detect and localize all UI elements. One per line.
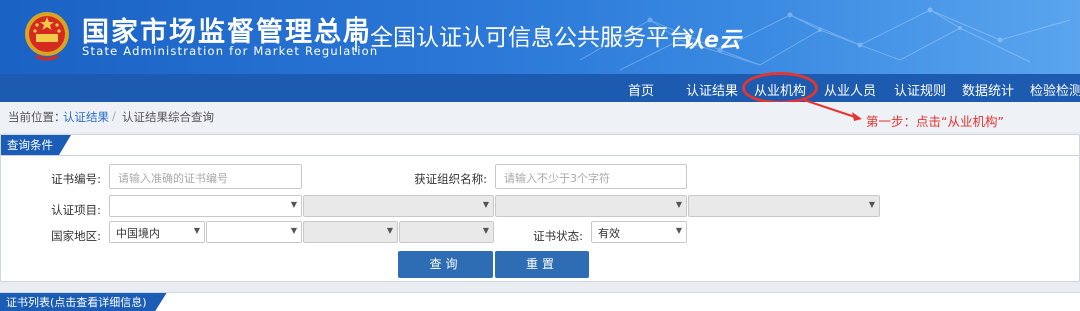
breadcrumb-current: 认证结果综合查询 <box>122 110 214 124</box>
chevron-down-icon: ▼ <box>675 200 682 209</box>
panel-divider <box>1 155 1079 156</box>
chevron-down-icon: ▼ <box>193 226 200 235</box>
chevron-down-icon: ▼ <box>386 226 393 235</box>
breadcrumb-link[interactable]: 认证结果 <box>63 109 109 125</box>
nav-item-inspection[interactable]: 检验检测 <box>1030 80 1080 99</box>
status-value: 有效 <box>598 227 620 240</box>
nav-item-statistics[interactable]: 数据统计 <box>962 80 1014 99</box>
reset-button[interactable]: 重置 <box>495 251 589 278</box>
header-banner: 国家市场监督管理总局 State Administration for Mark… <box>0 0 1080 74</box>
main-nav: 首页 认证结果 从业机构 从业人员 认证规则 数据统计 检验检测 <box>0 74 1080 102</box>
org-name-input[interactable]: 请输入不少于3个字符 <box>495 164 687 189</box>
annotation-arrow-icon <box>803 99 862 121</box>
breadcrumb-separator: / <box>112 109 116 123</box>
status-select[interactable]: 有效 ▼ <box>591 221 687 243</box>
nav-item-cert-rules[interactable]: 认证规则 <box>894 80 946 99</box>
project-select-3[interactable]: ▼ <box>495 195 687 217</box>
header-divider <box>355 16 357 52</box>
region-select-3[interactable]: ▼ <box>303 221 398 243</box>
region-select-1[interactable]: 中国境内 ▼ <box>109 221 205 243</box>
status-label: 证书状态: <box>533 229 583 243</box>
chevron-down-icon: ▼ <box>675 226 682 235</box>
region-value: 中国境内 <box>116 227 160 240</box>
org-name-en: State Administration for Market Regulati… <box>82 44 379 58</box>
project-label: 认证项目: <box>51 203 101 217</box>
cert-no-input[interactable]: 请输入准确的证书编号 <box>109 164 302 189</box>
region-select-2[interactable]: ▼ <box>206 221 302 243</box>
platform-title: 全国认证认可信息公共服务平台 <box>370 25 692 51</box>
query-panel-title: 查询条件 <box>1 135 71 155</box>
nav-item-cert-results[interactable]: 认证结果 <box>686 80 738 99</box>
platform-logo: 认e云 <box>682 28 741 53</box>
project-select-4[interactable]: ▼ <box>688 195 880 217</box>
chevron-down-icon: ▼ <box>482 200 489 209</box>
chevron-down-icon: ▼ <box>482 226 489 235</box>
chevron-down-icon: ▼ <box>290 200 297 209</box>
cert-list-section: 证书列表(点击查看详细信息) <box>0 292 1080 311</box>
breadcrumb-prefix: 当前位置： <box>8 110 66 124</box>
query-panel: 查询条件 证书编号: 请输入准确的证书编号 获证组织名称: 请输入不少于3个字符… <box>0 134 1080 282</box>
project-select-1[interactable]: ▼ <box>109 195 302 217</box>
search-button[interactable]: 查询 <box>398 251 493 278</box>
chevron-down-icon: ▼ <box>290 226 297 235</box>
step-annotation: 第一步：点击“从业机构” <box>866 114 1004 129</box>
cert-list-title: 证书列表(点击查看详细信息) <box>0 293 167 311</box>
nav-item-home[interactable]: 首页 <box>628 80 654 99</box>
org-name-label: 获证组织名称: <box>414 172 487 186</box>
nav-item-institutions[interactable]: 从业机构 <box>754 80 806 99</box>
national-emblem-icon <box>25 12 69 61</box>
project-select-2[interactable]: ▼ <box>303 195 494 217</box>
region-select-4[interactable]: ▼ <box>399 221 494 243</box>
chevron-down-icon: ▼ <box>868 200 875 209</box>
region-label: 国家地区: <box>51 229 101 243</box>
cert-no-label: 证书编号: <box>51 172 101 186</box>
